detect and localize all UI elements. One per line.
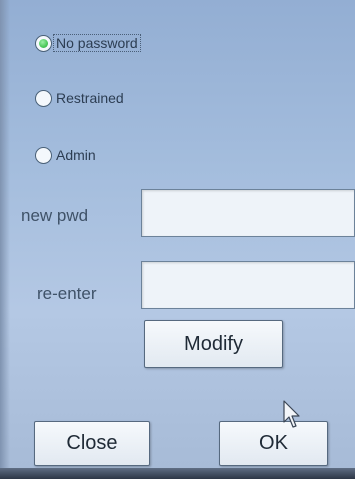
new-pwd-label: new pwd bbox=[21, 206, 89, 225]
password-settings-screen: No password Restrained Admin new pwd re-… bbox=[0, 0, 355, 479]
mouse-pointer-icon bbox=[283, 400, 300, 428]
ok-button[interactable]: OK bbox=[219, 421, 328, 466]
radio-button-selected[interactable] bbox=[35, 34, 52, 52]
radio-restrained[interactable]: Restrained bbox=[35, 88, 126, 108]
screen-bezel-bottom bbox=[0, 468, 355, 479]
modify-button[interactable]: Modify bbox=[144, 320, 283, 368]
radio-label-restrained: Restrained bbox=[56, 90, 124, 106]
radio-label-admin: Admin bbox=[56, 147, 96, 163]
radio-label-no-password: No password bbox=[53, 34, 141, 52]
re-enter-input[interactable] bbox=[141, 261, 355, 309]
radio-admin[interactable]: Admin bbox=[35, 145, 98, 165]
re-enter-label: re-enter bbox=[37, 284, 97, 303]
screen-bezel-left bbox=[0, 0, 10, 479]
close-button[interactable]: Close bbox=[34, 421, 150, 466]
new-pwd-input[interactable] bbox=[141, 189, 355, 237]
radio-button[interactable] bbox=[35, 146, 52, 164]
radio-button[interactable] bbox=[35, 89, 52, 107]
radio-no-password[interactable]: No password bbox=[35, 33, 141, 53]
